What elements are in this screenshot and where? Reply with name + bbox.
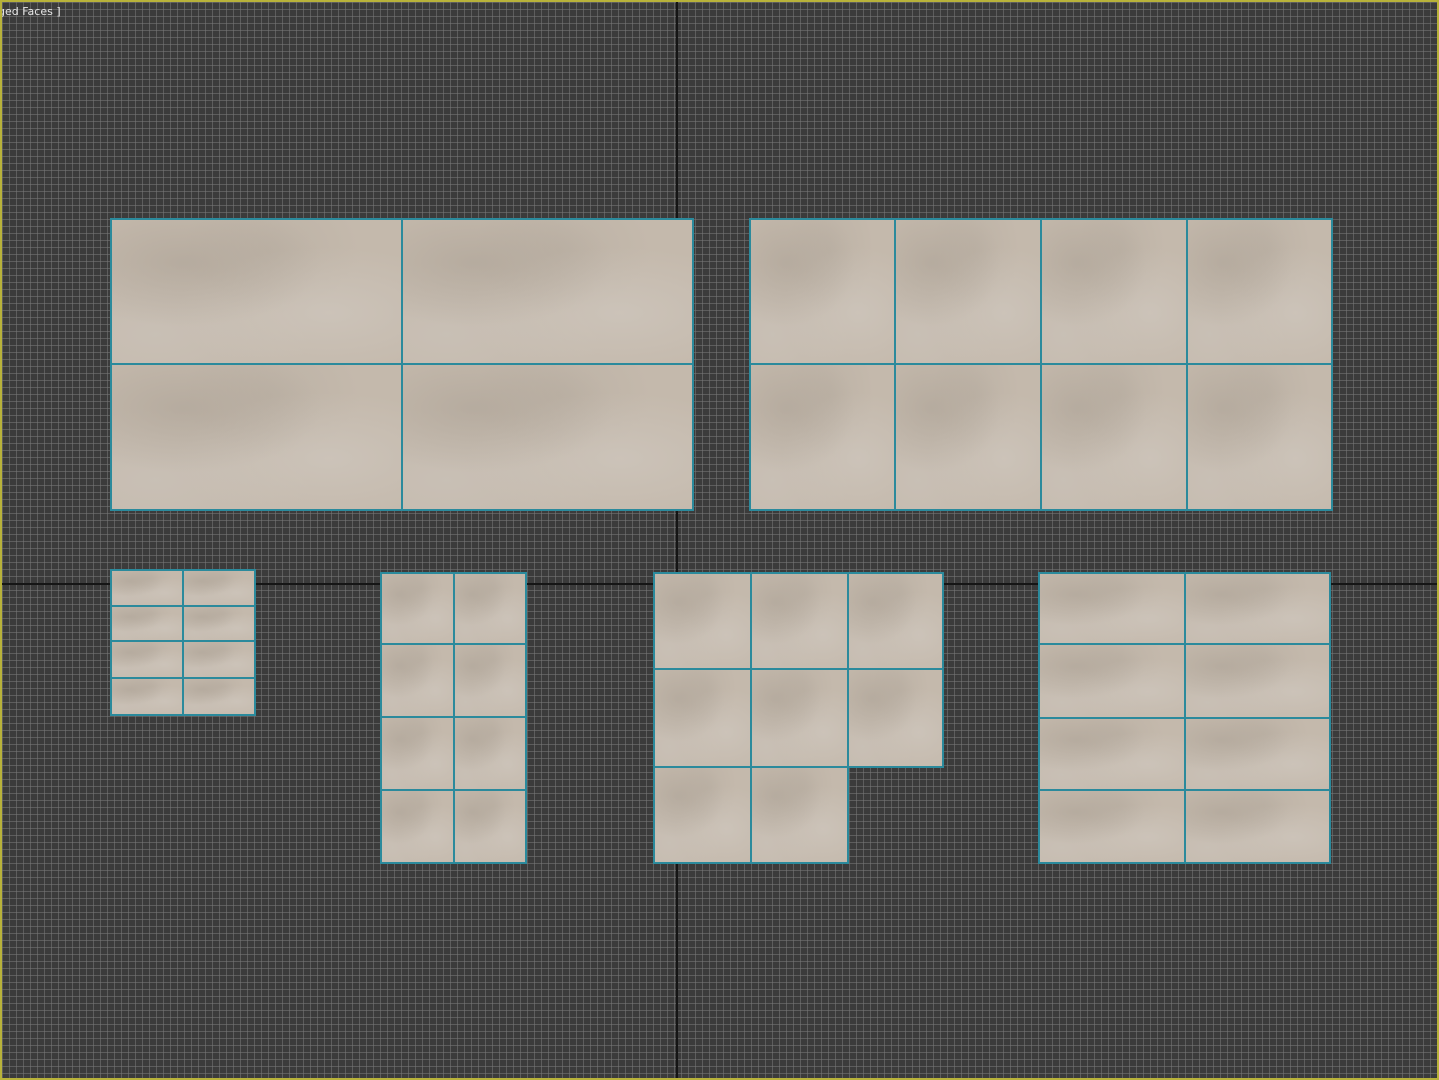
uv-face[interactable]	[1038, 717, 1186, 791]
uv-face[interactable]	[847, 572, 944, 670]
uv-face[interactable]	[110, 363, 403, 511]
uv-face[interactable]	[749, 363, 896, 511]
uv-face[interactable]	[1038, 789, 1186, 864]
uv-face[interactable]	[847, 668, 944, 768]
uv-face[interactable]	[1184, 572, 1331, 645]
uv-face[interactable]	[1184, 643, 1331, 719]
uv-face[interactable]	[380, 643, 455, 718]
uv-face[interactable]	[182, 569, 256, 607]
uv-face[interactable]	[653, 766, 752, 864]
uv-face[interactable]	[653, 572, 752, 670]
uv-face[interactable]	[110, 677, 184, 716]
uv-face[interactable]	[1040, 218, 1188, 365]
uv-face[interactable]	[453, 789, 527, 864]
uv-face[interactable]	[894, 218, 1042, 365]
uv-face[interactable]	[401, 363, 694, 511]
uv-face[interactable]	[182, 605, 256, 642]
uv-face[interactable]	[1038, 643, 1186, 719]
uv-face[interactable]	[1040, 363, 1188, 511]
uv-face[interactable]	[749, 218, 896, 365]
uv-face[interactable]	[110, 640, 184, 679]
uv-face[interactable]	[182, 677, 256, 716]
uv-face[interactable]	[1186, 218, 1333, 365]
uv-face[interactable]	[182, 640, 256, 679]
uv-face[interactable]	[1038, 572, 1186, 645]
uv-face[interactable]	[453, 572, 527, 645]
uv-face[interactable]	[380, 789, 455, 864]
uv-face[interactable]	[653, 668, 752, 768]
vertical-axis-line	[676, 2, 678, 1078]
uv-face[interactable]	[453, 716, 527, 791]
uv-face[interactable]	[110, 569, 184, 607]
uv-face[interactable]	[750, 766, 849, 864]
uv-face[interactable]	[1184, 789, 1331, 864]
viewport-label[interactable]: ged Faces ]	[2, 5, 61, 18]
uv-face[interactable]	[750, 572, 849, 670]
uv-face[interactable]	[453, 643, 527, 718]
uv-face[interactable]	[401, 218, 694, 365]
uv-face[interactable]	[380, 716, 455, 791]
uv-face[interactable]	[380, 572, 455, 645]
uv-face[interactable]	[750, 668, 849, 768]
uv-face[interactable]	[1186, 363, 1333, 511]
uv-face[interactable]	[110, 605, 184, 642]
uv-face[interactable]	[1184, 717, 1331, 791]
uv-face[interactable]	[110, 218, 403, 365]
uv-face[interactable]	[894, 363, 1042, 511]
uv-editor-viewport[interactable]: ged Faces ]	[0, 0, 1439, 1080]
